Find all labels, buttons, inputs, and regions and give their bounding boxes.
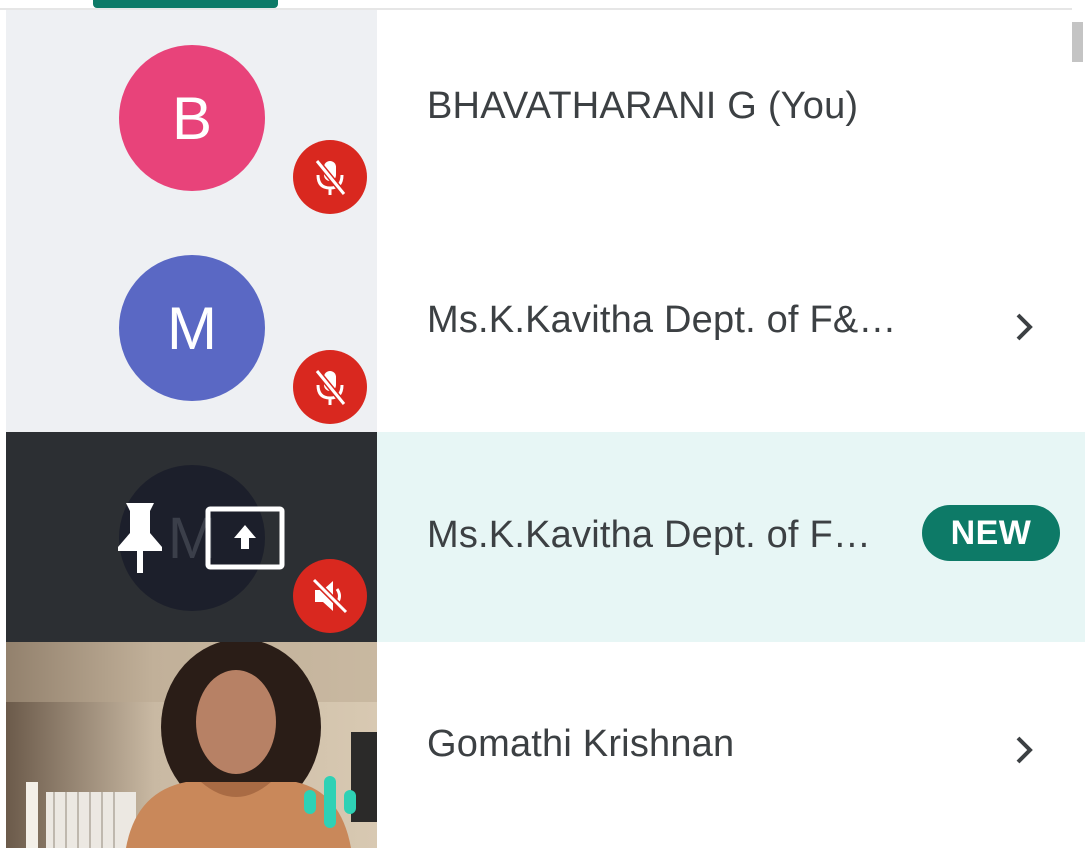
participant-info: Ms.K.Kavitha Dept. of F… NEW <box>377 432 1085 642</box>
participant-info: Ms.K.Kavitha Dept. of F&… <box>377 222 1085 432</box>
participant-row-you[interactable]: B BHAVATHARANI G (You) <box>6 10 1085 222</box>
participant-info: BHAVATHARANI G (You) <box>377 10 1085 222</box>
participant-tile: B <box>6 10 377 222</box>
present-screen-icon[interactable] <box>204 505 286 571</box>
participant-name: Ms.K.Kavitha Dept. of F&… <box>427 299 897 341</box>
participants-panel: B BHAVATHARANI G (You) M Ms.K.Kavitha De… <box>0 0 1085 848</box>
active-tab-indicator <box>93 0 278 8</box>
pin-icon[interactable] <box>110 499 170 575</box>
mic-off-icon <box>293 140 367 214</box>
participant-list: B BHAVATHARANI G (You) M Ms.K.Kavitha De… <box>6 10 1085 848</box>
new-badge: NEW <box>922 505 1060 561</box>
participant-name: Gomathi Krishnan <box>427 723 735 765</box>
participant-tile: M <box>6 222 377 432</box>
participant-row-highlighted[interactable]: M Ms.K.Kavitha Dept. of F… NEW <box>6 432 1085 642</box>
participant-info: Gomathi Krishnan <box>377 642 1085 848</box>
mic-off-icon <box>293 350 367 424</box>
participant-name: Ms.K.Kavitha Dept. of F… <box>427 514 872 556</box>
avatar: M <box>119 255 265 401</box>
chevron-right-icon[interactable] <box>1009 307 1039 347</box>
participant-name: BHAVATHARANI G (You) <box>427 85 859 127</box>
voice-activity-icon <box>304 776 356 828</box>
avatar: B <box>119 45 265 191</box>
participant-row[interactable]: M Ms.K.Kavitha Dept. of F&… <box>6 222 1085 432</box>
participant-row[interactable]: Gomathi Krishnan <box>6 642 1085 848</box>
volume-off-icon <box>293 559 367 633</box>
chevron-right-icon[interactable] <box>1009 730 1039 770</box>
participant-tile: M <box>6 432 377 642</box>
participant-video-tile <box>6 642 377 848</box>
